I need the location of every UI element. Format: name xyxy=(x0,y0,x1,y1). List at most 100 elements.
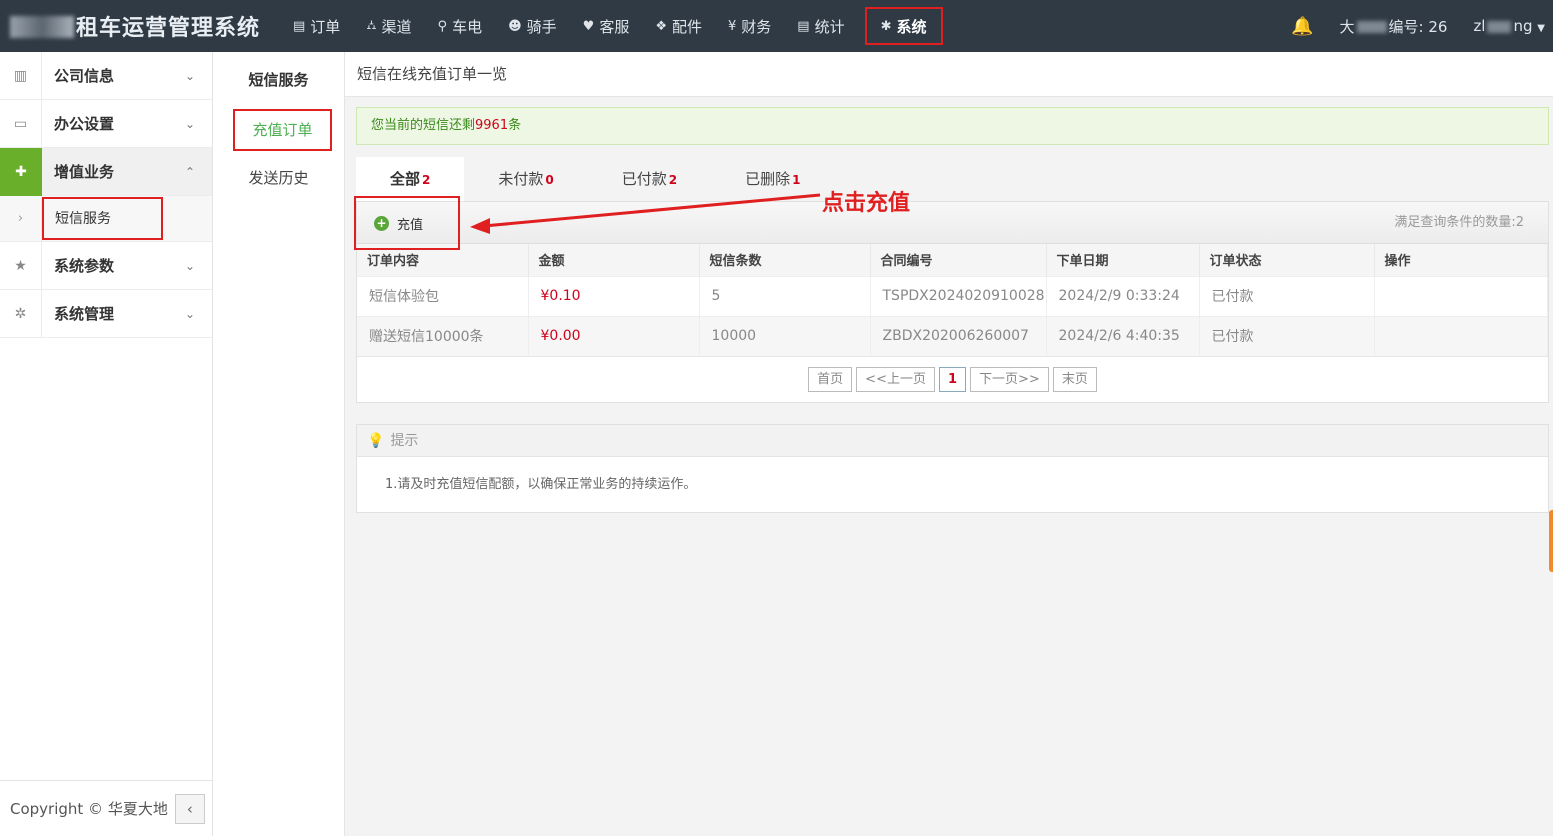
cell-order-date: 2024/2/6 4:40:35 xyxy=(1046,315,1200,356)
sidebar-item-office[interactable]: ▭ 办公设置 ⌄ xyxy=(0,99,212,148)
nav-label: 车电 xyxy=(452,17,483,36)
main-nav: ▤ 订单 ⛼ 渠道 ⚲ 车电 ☻ 骑手 ♥ 客服 ❖ 配件 ¥ 财务 ▤ 统计 ✱ 系统 xyxy=(280,0,950,52)
tab-label: 已删除 xyxy=(745,170,791,188)
bicycle-icon: ⚲ xyxy=(437,18,448,34)
chevron-down-icon: ⌄ xyxy=(184,306,196,321)
tab-label: 已付款 xyxy=(621,170,667,188)
sidebar-item-company[interactable]: ▥ 公司信息 ⌄ xyxy=(0,51,212,100)
account-prefix: zl xyxy=(1473,17,1486,35)
sidebar-item-sysadmin[interactable]: ✲ 系统管理 ⌄ xyxy=(0,289,212,338)
result-count: 满足查询条件的数量:2 xyxy=(1394,215,1524,230)
monitor-icon: ▭ xyxy=(0,99,42,148)
cell-actions xyxy=(1374,315,1548,356)
sidebar-item-value-added[interactable]: ✚ 增值业务 ⌃ xyxy=(0,147,212,196)
star-icon: ★ xyxy=(0,241,42,290)
notice-suffix: 条 xyxy=(508,118,522,133)
nav-item-vehicles[interactable]: ⚲ 车电 xyxy=(425,0,496,52)
nav-item-riders[interactable]: ☻ 骑手 xyxy=(495,0,570,52)
puzzle-icon: ✚ xyxy=(0,147,42,196)
nav-item-parts[interactable]: ❖ 配件 xyxy=(642,0,715,52)
tab-paid[interactable]: 已付款 2 xyxy=(588,157,711,201)
tips-title: 提示 xyxy=(390,433,419,449)
nav-label: 系统 xyxy=(896,17,927,36)
column-header: 下单日期 xyxy=(1046,244,1200,276)
chevron-right-icon: › xyxy=(0,195,42,242)
orders-panel: + 充值 满足查询条件的数量:2 订单内容 金额 短信条数 合同编号 下单日期 … xyxy=(354,196,1549,403)
sms-balance-notice: 您当前的短信还剩9961条 xyxy=(356,107,1549,145)
tab-label: 全部 xyxy=(390,170,421,188)
nav-label: 财务 xyxy=(741,17,772,36)
nav-item-system[interactable]: ✱ 系统 xyxy=(858,0,950,52)
last-page-button[interactable]: 末页 xyxy=(1052,367,1097,392)
lightbulb-icon: 💡 xyxy=(367,433,385,449)
nav-label: 订单 xyxy=(310,17,341,36)
chevron-down-icon: ⌄ xyxy=(184,68,196,83)
tab-all[interactable]: 全部 2 xyxy=(356,157,465,201)
tips-header: 💡 提示 xyxy=(357,425,1548,457)
nav-item-service[interactable]: ♥ 客服 xyxy=(570,0,643,52)
pagination: 首页 <<上一页 1 下一页>> 末页 xyxy=(357,356,1548,402)
tab-deleted[interactable]: 已删除 1 xyxy=(711,157,834,201)
plus-circle-icon: + xyxy=(374,215,389,231)
sidebar-item-label: 办公设置 xyxy=(54,115,115,133)
sitemap-icon: ⛼ xyxy=(366,17,377,33)
top-right-area: 🔔 大 编号: 26 zl ng ▼ xyxy=(1291,0,1553,52)
cell-order-date: 2024/2/9 0:33:24 xyxy=(1046,275,1200,316)
notice-prefix: 您当前的短信还剩 xyxy=(371,118,476,133)
list-icon: ▤ xyxy=(797,18,810,34)
tab-unpaid[interactable]: 未付款 0 xyxy=(464,157,587,201)
tab-count: 2 xyxy=(668,173,678,187)
user-prefix: 大 xyxy=(1339,17,1355,36)
subnav-item-send-history[interactable]: 发送历史 xyxy=(213,163,344,193)
yen-icon: ¥ xyxy=(728,18,737,34)
cell-content: 短信体验包 xyxy=(357,275,529,316)
cell-amount: ¥0.10 xyxy=(528,275,700,316)
bell-icon[interactable]: 🔔 xyxy=(1291,16,1313,37)
sidebar-item-label: 系统管理 xyxy=(54,305,115,323)
table-header-row: 订单内容 金额 短信条数 合同编号 下单日期 订单状态 操作 xyxy=(357,244,1548,276)
sidebar: ▥ 公司信息 ⌄ ▭ 办公设置 ⌄ ✚ 增值业务 ⌃ › 短信服务 ★ 系统参数… xyxy=(0,51,213,836)
current-page-button[interactable]: 1 xyxy=(938,367,967,392)
table-row[interactable]: 短信体验包 ¥0.10 5 TSPDX2024020910028 2024/2/… xyxy=(357,275,1548,316)
tab-count: 0 xyxy=(545,173,554,187)
tips-panel: 💡 提示 1.请及时充值短信配额，以确保正常业务的持续运作。 xyxy=(356,424,1549,513)
user-number: 编号: 26 xyxy=(1388,17,1448,36)
collapse-sidebar-button[interactable]: ‹ xyxy=(174,793,205,824)
nav-item-orders[interactable]: ▤ 订单 xyxy=(280,0,353,52)
main-content: 短信在线充值订单一览 您当前的短信还剩9961条 全部 2 未付款 0 已付款 2 已… xyxy=(345,52,1553,836)
subnav-item-recharge-orders[interactable]: 充值订单 xyxy=(233,109,332,151)
cell-status: 已付款 xyxy=(1199,315,1375,356)
sidebar-item-label: 公司信息 xyxy=(54,67,115,85)
copyright-footer: Copyright © 华夏大地 ‹ xyxy=(0,780,212,836)
user-info: 大 编号: 26 xyxy=(1340,16,1448,37)
sidebar-subitem-sms[interactable]: › 短信服务 xyxy=(0,195,212,242)
cell-contract-no: TSPDX2024020910028 xyxy=(870,275,1047,316)
floating-side-tab[interactable] xyxy=(1549,510,1553,572)
gear-icon: ✲ xyxy=(0,289,42,338)
next-page-button[interactable]: 下一页>> xyxy=(970,367,1049,392)
top-navbar: 租车运营管理系统 ▤ 订单 ⛼ 渠道 ⚲ 车电 ☻ 骑手 ♥ 客服 ❖ 配件 ¥ 财务 ▤ 统计… xyxy=(0,0,1553,52)
nav-item-finance[interactable]: ¥ 财务 xyxy=(715,0,784,52)
cell-contract-no: ZBDX202006260007 xyxy=(870,315,1047,356)
recharge-label: 充值 xyxy=(397,217,424,233)
first-page-button[interactable]: 首页 xyxy=(808,367,853,392)
nav-item-stats[interactable]: ▤ 统计 xyxy=(784,0,857,52)
column-header: 短信条数 xyxy=(699,244,871,276)
recharge-button[interactable]: + 充值 xyxy=(354,196,460,250)
cell-sms-count: 10000 xyxy=(699,315,871,356)
cell-sms-count: 5 xyxy=(699,275,871,316)
account-menu[interactable]: zl ng ▼ xyxy=(1473,17,1545,35)
chevron-down-icon: ⌄ xyxy=(184,258,196,273)
column-header: 订单状态 xyxy=(1199,244,1375,276)
gear-icon: ✱ xyxy=(880,18,892,34)
prev-page-button[interactable]: <<上一页 xyxy=(856,367,935,392)
chevron-down-icon: ⌄ xyxy=(184,116,196,131)
nav-item-channels[interactable]: ⛼ 渠道 xyxy=(353,0,424,52)
sidebar-subitem-label: 短信服务 xyxy=(42,197,163,240)
order-status-tabs: 全部 2 未付款 0 已付款 2 已删除 1 xyxy=(356,157,835,201)
list-icon: ▤ xyxy=(293,18,306,34)
heart-icon: ♥ xyxy=(582,18,595,34)
sidebar-item-params[interactable]: ★ 系统参数 ⌄ xyxy=(0,241,212,290)
table-row[interactable]: 赠送短信10000条 ¥0.00 10000 ZBDX202006260007 … xyxy=(357,315,1548,356)
nav-label: 渠道 xyxy=(381,17,412,36)
